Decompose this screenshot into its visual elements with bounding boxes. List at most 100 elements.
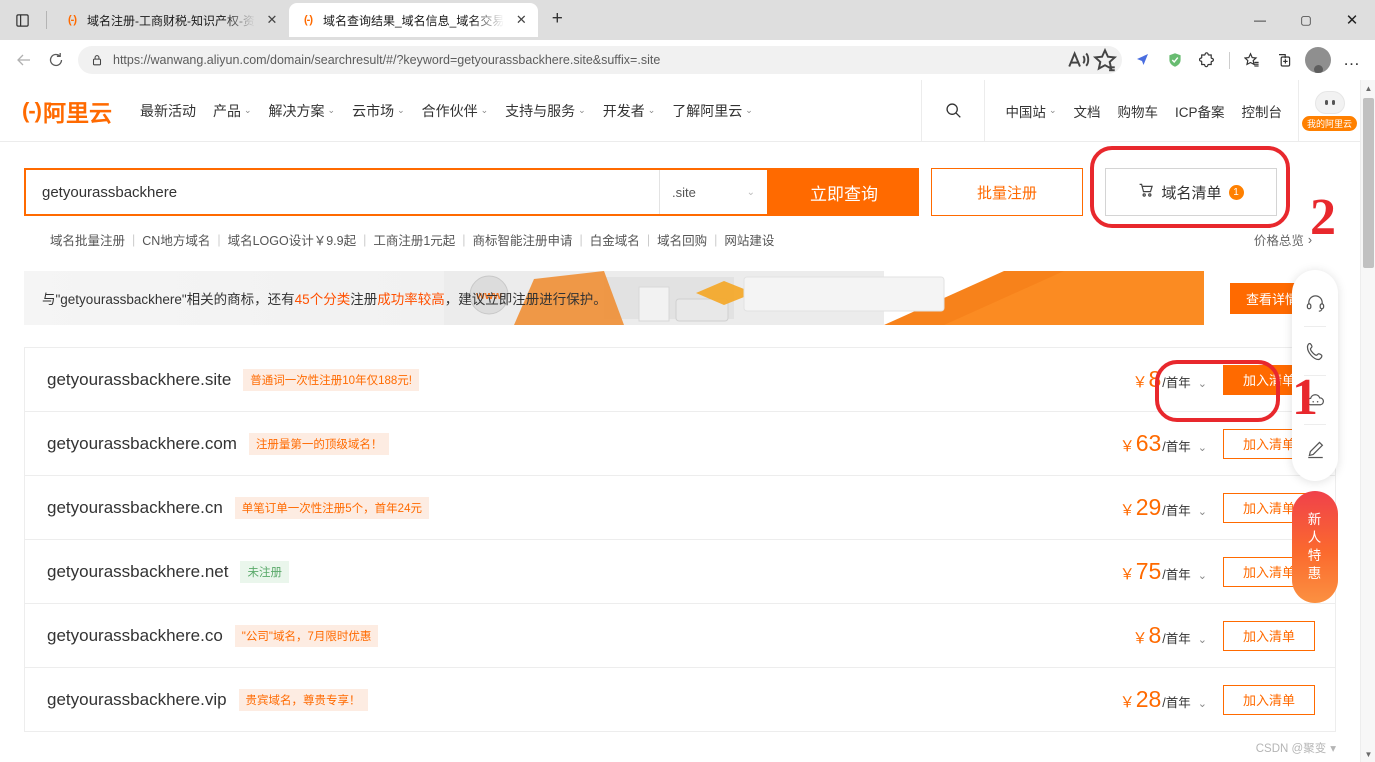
- domain-price: ￥ 63 /首年 ⌄: [1120, 430, 1207, 457]
- header-link-cart[interactable]: 购物车: [1117, 101, 1158, 121]
- header-link-icp[interactable]: ICP备案: [1175, 101, 1225, 121]
- promo-char: 惠: [1307, 565, 1323, 581]
- domain-name[interactable]: getyourassbackhere.co: [47, 626, 223, 646]
- domain-name[interactable]: getyourassbackhere.site: [47, 370, 231, 390]
- page-scrollbar[interactable]: ▲ ▼: [1360, 80, 1375, 762]
- chevron-down-icon[interactable]: ⌄: [1198, 633, 1207, 646]
- headset-support-icon[interactable]: [1293, 278, 1337, 326]
- minimize-button[interactable]: —: [1237, 0, 1283, 40]
- header-links: 中国站 ⌄ 文档 购物车 ICP备案 控制台: [985, 101, 1298, 121]
- nav-label: 产品: [212, 102, 241, 119]
- sublink-cn-local[interactable]: CN地方域名: [142, 230, 210, 249]
- header-link-console[interactable]: 控制台: [1242, 101, 1283, 121]
- sublink-separator: |: [579, 232, 583, 247]
- settings-more-button[interactable]: …: [1337, 45, 1367, 75]
- add-to-list-button[interactable]: 加入清单: [1223, 684, 1315, 715]
- site-search-icon[interactable]: [921, 80, 986, 142]
- sublink-separator: |: [462, 232, 466, 247]
- nav-item-partners[interactable]: 合作伙伴 ⌄: [422, 101, 489, 121]
- address-bar[interactable]: https://wanwang.aliyun.com/domain/search…: [78, 46, 1122, 74]
- extensions-puzzle-icon[interactable]: [1192, 45, 1222, 75]
- nav-item-support[interactable]: 支持与服务 ⌄: [505, 101, 586, 121]
- chevron-down-icon[interactable]: ⌄: [1198, 697, 1207, 710]
- trademark-banner[interactable]: www 与"getyourassbackhere"相关的商标，还有45个分类注册…: [24, 271, 1336, 325]
- back-arrow-icon[interactable]: [8, 44, 40, 76]
- suffix-select[interactable]: .site ⌄: [659, 170, 767, 214]
- query-button[interactable]: 立即查询: [769, 168, 919, 216]
- nav-item-marketplace[interactable]: 云市场 ⌄: [352, 101, 405, 121]
- collections-icon[interactable]: [1269, 45, 1299, 75]
- scroll-up-arrow-icon[interactable]: ▲: [1361, 80, 1375, 96]
- browser-tab-2[interactable]: (-) 域名查询结果_域名信息_域名交易 ✕: [289, 3, 539, 37]
- profile-avatar-icon[interactable]: [1305, 47, 1331, 73]
- aliyun-logo[interactable]: (-) 阿里云: [22, 94, 112, 128]
- price-period: /首年: [1162, 504, 1191, 518]
- batch-register-button[interactable]: 批量注册: [931, 168, 1083, 216]
- tab-close-icon[interactable]: ✕: [262, 10, 282, 30]
- adguard-shield-icon[interactable]: [1160, 45, 1190, 75]
- chevron-down-icon[interactable]: ⌄: [1198, 569, 1207, 582]
- phone-call-icon[interactable]: [1293, 327, 1337, 375]
- price-overview-link[interactable]: 价格总览 ›: [1254, 230, 1312, 249]
- price-value: 8: [1148, 622, 1162, 648]
- chevron-down-icon[interactable]: ⌄: [1198, 441, 1207, 454]
- domain-search-input[interactable]: [26, 170, 659, 214]
- browser-tab-1[interactable]: (-) 域名注册-工商财税-知识产权-资 ✕: [53, 3, 289, 37]
- maximize-button[interactable]: ▢: [1283, 0, 1329, 40]
- scrollbar-thumb[interactable]: [1363, 98, 1374, 268]
- sublink-logo-design[interactable]: 域名LOGO设计￥9.9起: [228, 230, 357, 249]
- favorites-list-icon[interactable]: [1237, 45, 1267, 75]
- nav-item-products[interactable]: 产品 ⌄: [213, 101, 252, 121]
- favorite-star-icon[interactable]: [1092, 47, 1118, 73]
- scroll-down-arrow-icon[interactable]: ▼: [1361, 746, 1375, 762]
- my-aliyun-button[interactable]: 我的阿里云: [1298, 80, 1360, 142]
- nav-item-latest[interactable]: 最新活动: [140, 101, 196, 121]
- nav-label: 云市场: [352, 102, 395, 119]
- row-right: ￥ 63 /首年 ⌄ 加入清单: [1120, 428, 1315, 459]
- browser-window: (-) 域名注册-工商财税-知识产权-资 ✕ (-) 域名查询结果_域名信息_域…: [0, 0, 1375, 762]
- header-right: 中国站 ⌄ 文档 购物车 ICP备案 控制台 我的阿里云: [921, 80, 1360, 142]
- domain-name[interactable]: getyourassbackhere.vip: [47, 690, 227, 710]
- close-window-button[interactable]: ✕: [1329, 0, 1375, 40]
- chevron-down-icon[interactable]: ⌄: [1198, 505, 1207, 518]
- domain-name[interactable]: getyourassbackhere.cn: [47, 498, 223, 518]
- search-box: .site ⌄: [24, 168, 769, 216]
- add-to-list-button[interactable]: 加入清单: [1223, 620, 1315, 651]
- nav-item-about[interactable]: 了解阿里云 ⌄: [672, 101, 753, 121]
- sublink-trademark[interactable]: 商标智能注册申请: [473, 230, 573, 249]
- table-row: getyourassbackhere.cn 单笔订单一次性注册5个，首年24元 …: [25, 476, 1335, 540]
- domain-name[interactable]: getyourassbackhere.net: [47, 562, 228, 582]
- tab-strip: (-) 域名注册-工商财税-知识产权-资 ✕ (-) 域名查询结果_域名信息_域…: [0, 0, 1375, 40]
- reload-icon[interactable]: [40, 44, 72, 76]
- price-period: /首年: [1162, 696, 1191, 710]
- main-navigation: 最新活动 产品 ⌄ 解决方案 ⌄ 云市场 ⌄ 合作伙伴 ⌄ 支持与服务 ⌄ 开发者 ⌄ 了解…: [140, 101, 753, 121]
- lock-icon: [90, 53, 104, 67]
- sublink-business-reg[interactable]: 工商注册1元起: [373, 230, 455, 249]
- read-aloud-icon[interactable]: [1066, 47, 1092, 73]
- banner-text-middle: 注册: [350, 292, 378, 307]
- blue-arrow-extension-icon[interactable]: [1128, 45, 1158, 75]
- table-row: getyourassbackhere.com 注册量第一的顶级域名！ ￥ 63 …: [25, 412, 1335, 476]
- sublink-website-build[interactable]: 网站建设: [724, 230, 774, 249]
- nav-item-developers[interactable]: 开发者 ⌄: [603, 101, 656, 121]
- currency-symbol: ￥: [1132, 630, 1148, 647]
- sublink-separator: |: [217, 232, 221, 247]
- banner-text: 与"getyourassbackhere"相关的商标，还有45个分类注册成功率较…: [24, 288, 607, 308]
- tab-manager-icon[interactable]: [8, 6, 36, 34]
- header-link-docs[interactable]: 文档: [1073, 101, 1100, 121]
- tab-close-icon[interactable]: ✕: [511, 10, 531, 30]
- tab-title: 域名注册-工商财税-知识产权-资: [87, 13, 255, 28]
- sublink-batch[interactable]: 域名批量注册: [50, 230, 125, 249]
- sublink-buyback[interactable]: 域名回购: [657, 230, 707, 249]
- sublink-separator: |: [132, 232, 136, 247]
- header-link-region[interactable]: 中国站 ⌄: [1005, 101, 1056, 121]
- trademark-banner-wrap: www 与"getyourassbackhere"相关的商标，还有45个分类注册…: [0, 249, 1360, 325]
- nav-item-solutions[interactable]: 解决方案 ⌄: [269, 101, 336, 121]
- new-tab-button[interactable]: +: [543, 5, 571, 33]
- sublink-premium[interactable]: 白金域名: [590, 230, 640, 249]
- pencil-feedback-icon[interactable]: [1293, 425, 1337, 473]
- newcomer-promo-badge[interactable]: 新 人 特 惠: [1292, 491, 1338, 603]
- banner-highlight-rate: 成功率较高: [377, 292, 445, 307]
- domain-name[interactable]: getyourassbackhere.com: [47, 434, 237, 454]
- sublink-separator: |: [363, 232, 367, 247]
